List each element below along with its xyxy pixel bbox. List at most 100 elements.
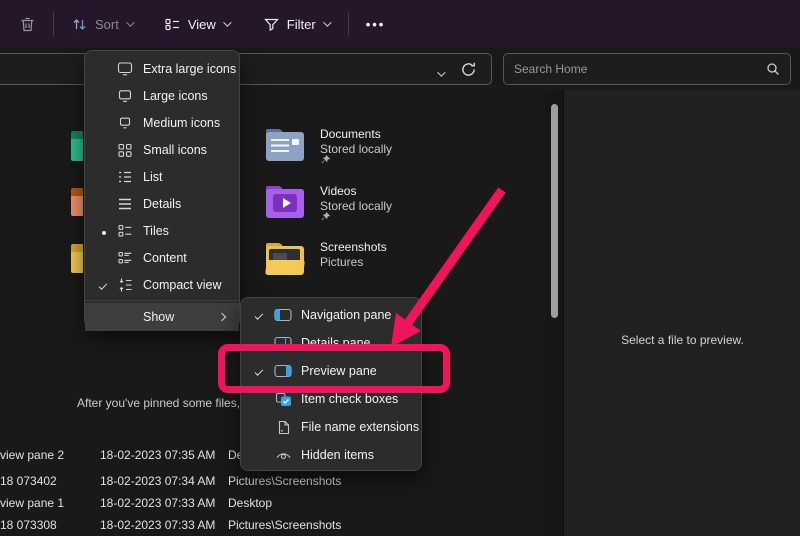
file-name: 18 073308 — [0, 518, 57, 532]
menu-item-details[interactable]: Details — [85, 190, 239, 217]
menu-item-label: Large icons — [143, 89, 208, 103]
trash-icon — [19, 16, 36, 33]
tile-name: Documents — [320, 127, 381, 141]
file-row[interactable]: 18 073402 18-02-2023 07:34 AM Pictures\S… — [0, 474, 545, 492]
menu-item-label: Extra large icons — [143, 62, 236, 76]
submenu-item-label: Preview pane — [301, 364, 377, 378]
menu-item-label: Content — [143, 251, 187, 265]
pinned-files-hint: After you've pinned some files, we'll — [77, 396, 266, 410]
large-icons-icon — [116, 88, 134, 103]
file-name: view pane 1 — [0, 496, 64, 510]
filter-label: Filter — [287, 17, 316, 32]
hidden-items-icon — [274, 449, 292, 462]
check-marker — [93, 278, 109, 292]
preview-placeholder-text: Select a file to preview. — [564, 333, 800, 347]
file-name-extensions-icon — [274, 420, 292, 435]
ellipsis-icon: ••• — [366, 17, 386, 32]
address-bar[interactable] — [0, 53, 492, 85]
file-date: 18-02-2023 07:33 AM — [100, 496, 215, 510]
view-menu: Extra large icons Large icons Medium ico… — [84, 50, 240, 328]
navigation-pane-icon — [274, 308, 292, 322]
command-toolbar: Sort View Filter ••• — [0, 0, 800, 48]
menu-item-medium-icons[interactable]: Medium icons — [85, 109, 239, 136]
file-location: Pictures\Screenshots — [228, 518, 341, 532]
search-icon — [766, 62, 780, 76]
chevron-right-icon — [218, 313, 226, 321]
scrollbar-thumb[interactable] — [551, 104, 558, 318]
menu-item-small-icons[interactable]: Small icons — [85, 136, 239, 163]
file-date: 18-02-2023 07:34 AM — [100, 474, 215, 488]
submenu-item-label: Navigation pane — [301, 308, 391, 322]
submenu-item-label: File name extensions — [301, 420, 419, 434]
tile-name: Screenshots — [320, 240, 387, 254]
search-input[interactable] — [504, 62, 766, 76]
radio-selected-marker — [93, 224, 109, 238]
menu-item-list[interactable]: List — [85, 163, 239, 190]
extra-large-icons-icon — [116, 61, 134, 76]
menu-item-label: Medium icons — [143, 116, 220, 130]
content-icon — [116, 250, 134, 266]
view-label: View — [188, 17, 216, 32]
sort-icon — [71, 17, 88, 32]
file-name: 18 073402 — [0, 474, 57, 488]
pin-icon — [320, 154, 331, 169]
desktop-folder-icon[interactable] — [71, 131, 83, 161]
filter-button[interactable]: Filter — [254, 7, 338, 41]
file-location: Desktop — [228, 496, 272, 510]
file-name: view pane 2 — [0, 448, 64, 462]
delete-button[interactable] — [10, 7, 45, 41]
filter-icon — [263, 17, 280, 32]
submenu-item-details-pane[interactable]: Details pane — [241, 329, 421, 357]
small-icons-icon — [116, 142, 134, 158]
submenu-item-label: Details pane — [301, 336, 371, 350]
menu-item-label: List — [143, 170, 162, 184]
submenu-item-hidden-items[interactable]: Hidden items — [241, 441, 421, 469]
toolbar-divider — [348, 12, 349, 36]
submenu-item-label: Hidden items — [301, 448, 374, 462]
address-dropdown-button[interactable] — [437, 66, 443, 80]
submenu-item-preview-pane[interactable]: Preview pane — [241, 357, 421, 385]
menu-item-extra-large-icons[interactable]: Extra large icons — [85, 55, 239, 82]
menu-item-tiles[interactable]: Tiles — [85, 217, 239, 244]
menu-item-label: Tiles — [143, 224, 169, 238]
tiles-icon — [116, 223, 134, 239]
chevron-down-icon — [323, 18, 331, 26]
view-button[interactable]: View — [155, 7, 238, 41]
toolbar-divider — [53, 12, 54, 36]
pin-icon — [320, 211, 331, 226]
view-icon — [164, 17, 181, 32]
file-explorer-window: Sort View Filter ••• — [0, 0, 800, 536]
menu-item-label: Details — [143, 197, 181, 211]
medium-icons-icon — [116, 115, 134, 130]
details-icon — [116, 196, 134, 212]
videos-folder-icon — [266, 186, 304, 218]
check-marker — [249, 364, 265, 378]
menu-item-label: Show — [143, 310, 174, 324]
screenshots-folder-icon — [266, 243, 304, 275]
refresh-button[interactable] — [460, 61, 477, 81]
pictures-folder-icon[interactable] — [71, 244, 83, 273]
menu-item-show[interactable]: Show — [85, 303, 239, 331]
downloads-folder-icon[interactable] — [71, 188, 83, 216]
chevron-down-icon — [223, 18, 231, 26]
file-row[interactable]: view pane 1 18-02-2023 07:33 AM Desktop — [0, 496, 545, 514]
menu-item-content[interactable]: Content — [85, 244, 239, 271]
submenu-item-item-check-boxes[interactable]: Item check boxes — [241, 385, 421, 413]
menu-item-compact-view[interactable]: Compact view — [85, 271, 239, 298]
menu-item-large-icons[interactable]: Large icons — [85, 82, 239, 109]
more-options-button[interactable]: ••• — [357, 7, 395, 41]
submenu-item-file-name-extensions[interactable]: File name extensions — [241, 413, 421, 441]
item-check-boxes-icon — [274, 392, 292, 407]
submenu-item-navigation-pane[interactable]: Navigation pane — [241, 301, 421, 329]
sort-button[interactable]: Sort — [62, 7, 141, 41]
details-pane-icon — [274, 336, 292, 350]
file-row[interactable]: 18 073308 18-02-2023 07:33 AM Pictures\S… — [0, 518, 545, 536]
compact-view-icon — [116, 277, 134, 293]
check-marker — [249, 308, 265, 322]
file-date: 18-02-2023 07:33 AM — [100, 518, 215, 532]
preview-pane: Select a file to preview. — [563, 90, 800, 536]
preview-pane-icon — [274, 364, 292, 378]
show-submenu: Navigation pane Details pane Preview pan… — [240, 297, 422, 471]
list-icon — [116, 169, 134, 185]
tile-subtitle: Pictures — [320, 255, 363, 269]
